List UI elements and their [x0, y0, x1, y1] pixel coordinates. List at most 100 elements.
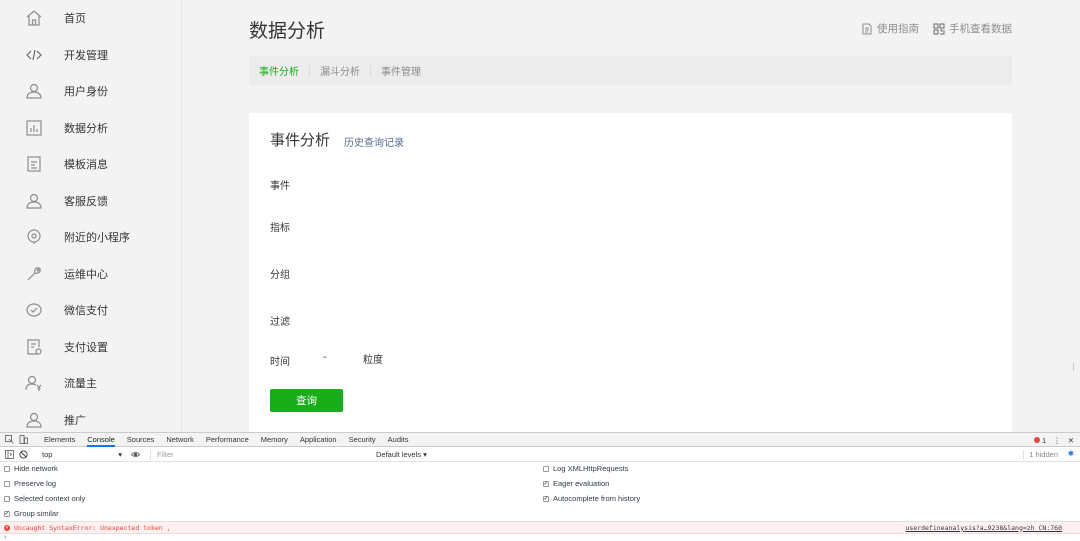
scroll-handle[interactable]: | — [1072, 362, 1078, 371]
devtools-tab-audits[interactable]: Audits — [388, 433, 409, 447]
document-icon — [25, 155, 43, 173]
devtools-tab-elements[interactable]: Elements — [44, 433, 75, 447]
devtools-tab-performance[interactable]: Performance — [206, 433, 249, 447]
event-label: 事件 — [270, 181, 290, 192]
more-options-icon[interactable]: ⋮ — [1053, 436, 1061, 445]
sidebar: 首页 开发管理 用户身份 数据分析 模板消息 客服反馈 附近的小程序 运维中心 … — [0, 0, 182, 432]
clear-console-icon[interactable] — [18, 449, 28, 459]
subtab-bar: 事件分析 漏斗分析 事件管理 — [249, 56, 1012, 85]
checkbox-checked[interactable]: ✓ — [543, 480, 549, 487]
sidebar-item-label: 首页 — [64, 12, 86, 26]
eye-icon[interactable] — [130, 449, 140, 459]
console-settings: Hide network Preserve log Selected conte… — [0, 462, 1080, 522]
context-value: top — [42, 449, 53, 459]
sidebar-toggle-icon[interactable] — [4, 449, 14, 459]
sidebar-item-label: 运维中心 — [64, 267, 108, 281]
option-hide-network[interactable]: Hide network — [4, 464, 58, 473]
header-links: 使用指南 手机查看数据 — [861, 21, 1012, 36]
sidebar-item-nearby-miniprogram[interactable]: 附近的小程序 — [0, 219, 181, 256]
sidebar-item-ops-center[interactable]: 运维中心 — [0, 256, 181, 293]
option-label: Selected context only — [14, 494, 86, 503]
checkbox[interactable] — [4, 465, 10, 472]
sidebar-item-label: 微信支付 — [64, 304, 108, 318]
console-prompt[interactable]: › — [0, 534, 1080, 541]
checkbox-checked[interactable]: ✓ — [4, 510, 10, 517]
devtools-tab-bar: Elements Console Sources Network Perform… — [0, 433, 1080, 447]
guide-link-label: 使用指南 — [877, 23, 919, 35]
sidebar-item-home[interactable]: 首页 — [0, 0, 181, 37]
sidebar-item-label: 开发管理 — [64, 48, 108, 62]
card-title: 事件分析 — [270, 131, 331, 149]
checkbox[interactable] — [4, 480, 10, 487]
sidebar-item-traffic-owner[interactable]: 流量主 — [0, 365, 181, 402]
console-toolbar: top ▾ Default levels ▾ 1 hidden ✱ — [0, 447, 1080, 462]
tab-funnel-analysis[interactable]: 漏斗分析 — [320, 63, 360, 78]
option-autocomplete-history[interactable]: ✓ Autocomplete from history — [543, 494, 640, 503]
user-icon — [25, 82, 43, 100]
granularity-label: 粒度 — [363, 355, 383, 366]
guide-link[interactable]: 使用指南 — [861, 21, 919, 36]
error-icon — [1034, 437, 1041, 443]
option-preserve-log[interactable]: Preserve log — [4, 479, 56, 488]
option-selected-context-only[interactable]: Selected context only — [4, 494, 85, 503]
sidebar-item-pay-settings[interactable]: 支付设置 — [0, 329, 181, 366]
mobile-data-link[interactable]: 手机查看数据 — [933, 21, 1012, 36]
option-label: Group similar — [14, 509, 59, 518]
close-icon[interactable]: ✕ — [1068, 436, 1074, 445]
devtools-tab-network[interactable]: Network — [166, 433, 194, 447]
sidebar-item-label: 模板消息 — [64, 158, 108, 172]
log-levels-dropdown[interactable]: Default levels ▾ — [376, 450, 427, 459]
filter-label: 过滤 — [270, 317, 290, 328]
qrcode-icon — [933, 23, 945, 34]
error-icon: × — [4, 524, 10, 531]
sidebar-item-customer-feedback[interactable]: 客服反馈 — [0, 183, 181, 220]
error-message: Uncaught SyntaxError: Unexpected token , — [14, 523, 171, 532]
checkbox[interactable] — [4, 495, 10, 502]
sidebar-item-label: 客服反馈 — [64, 194, 108, 208]
sidebar-item-dev-management[interactable]: 开发管理 — [0, 37, 181, 74]
option-label: Hide network — [14, 464, 58, 473]
sidebar-item-template-message[interactable]: 模板消息 — [0, 146, 181, 183]
checkbox-checked[interactable]: ✓ — [543, 495, 549, 502]
option-label: Eager evaluation — [553, 479, 610, 488]
context-selector[interactable]: top ▾ — [42, 450, 122, 459]
option-eager-evaluation[interactable]: ✓ Eager evaluation — [543, 479, 609, 488]
error-count: 1 — [1042, 435, 1047, 445]
inspect-element-icon[interactable] — [4, 435, 14, 445]
checkbox[interactable] — [543, 465, 549, 472]
sidebar-item-wechat-pay[interactable]: 微信支付 — [0, 292, 181, 329]
page-title: 数据分析 — [249, 20, 326, 42]
devtools-tab-actions: 1 ⋮ ✕ — [1034, 433, 1074, 447]
console-filter-input[interactable] — [150, 448, 370, 460]
mobile-data-link-label: 手机查看数据 — [949, 23, 1012, 35]
wrench-icon — [25, 265, 43, 283]
sidebar-item-data-analysis[interactable]: 数据分析 — [0, 110, 181, 147]
sidebar-item-label: 数据分析 — [64, 121, 108, 135]
code-icon — [25, 46, 43, 64]
console-error-row: × Uncaught SyntaxError: Unexpected token… — [0, 522, 1080, 534]
history-link[interactable]: 历史查询记录 — [344, 134, 404, 149]
tab-event-analysis[interactable]: 事件分析 — [259, 63, 299, 78]
user-icon — [25, 192, 43, 210]
sidebar-item-user-identity[interactable]: 用户身份 — [0, 73, 181, 110]
sidebar-item-promotion[interactable]: 推广 — [0, 402, 181, 433]
option-group-similar[interactable]: ✓ Group similar — [4, 509, 59, 518]
gear-icon[interactable]: ✱ — [1068, 449, 1074, 458]
error-count-badge[interactable]: 1 — [1034, 436, 1046, 445]
query-button[interactable]: 查询 — [270, 389, 343, 412]
devtools-tab-console[interactable]: Console — [87, 433, 115, 447]
devtools-panel: Elements Console Sources Network Perform… — [0, 432, 1080, 541]
devtools-tab-application[interactable]: Application — [300, 433, 337, 447]
devtools-tab-sources[interactable]: Sources — [127, 433, 155, 447]
tab-divider — [370, 65, 371, 76]
group-label: 分组 — [270, 270, 290, 281]
devtools-tab-security[interactable]: Security — [349, 433, 376, 447]
option-log-xmlhttprequests[interactable]: Log XMLHttpRequests — [543, 464, 628, 473]
device-toolbar-icon[interactable] — [18, 435, 28, 445]
devtools-tab-memory[interactable]: Memory — [261, 433, 288, 447]
time-label: 时间 — [270, 357, 290, 368]
tab-event-management[interactable]: 事件管理 — [381, 63, 421, 78]
option-label: Preserve log — [14, 479, 57, 488]
user-icon — [25, 411, 43, 429]
error-source-link[interactable]: userdefineanalysis?a…9238&lang=zh_CN:760 — [905, 524, 1062, 532]
